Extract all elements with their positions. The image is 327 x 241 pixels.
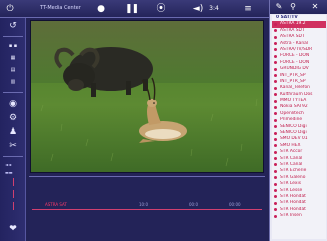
level-label: ▬▬	[5, 170, 13, 175]
divider	[3, 92, 23, 93]
progress-line[interactable]	[32, 209, 262, 210]
status-panel: ASTRA SAT 10:0 00:0 00:00	[29, 176, 265, 241]
tools-icon[interactable]: ✂	[6, 140, 20, 152]
pin-icon[interactable]: ⚲	[288, 2, 298, 12]
channel-item[interactable]: STR Insen	[272, 213, 326, 219]
status-value: 00:00	[229, 202, 241, 207]
level-bar[interactable]	[13, 178, 14, 186]
level-bar[interactable]	[13, 190, 14, 198]
zoom-label: ◄◄	[5, 162, 12, 167]
record-dot-icon[interactable]: ◉	[6, 98, 20, 110]
divider	[3, 36, 23, 37]
status-channel-label: ASTRA SAT	[45, 202, 67, 207]
settings-icon[interactable]: ⚙	[6, 112, 20, 124]
video-viewport[interactable]	[30, 20, 264, 173]
volume-icon[interactable]: ◄)	[190, 3, 206, 15]
edit-icon[interactable]: ✎	[274, 2, 284, 12]
media-center-window: ⏻ TT-Media Center ● ❚❚ ⦿ ◄) 3:4 ≡ ↺ ▪ ▪ …	[0, 0, 327, 241]
channel-panel: ✎ ⚲ ✕ 0 SAT/TV ASTRA 19.2 ASTRA SDT ASTRA …	[269, 0, 327, 241]
info-icon[interactable]: ▥	[6, 76, 20, 88]
divider	[3, 156, 23, 157]
record-icon[interactable]: ●	[95, 3, 107, 15]
epg-icon[interactable]: ▤	[6, 64, 20, 76]
list-view-icon[interactable]: ▪ ▪	[6, 40, 20, 52]
channel-list[interactable]: 0 SAT/TV ASTRA 19.2 ASTRA SDT ASTRA SDT Ast…	[272, 15, 326, 239]
app-title: TT-Media Center	[40, 5, 81, 11]
play-icon[interactable]: ⦿	[155, 3, 167, 15]
menu-icon[interactable]: ≡	[242, 3, 254, 15]
channel-toolbar: ✎ ⚲ ✕	[270, 0, 327, 14]
grid-view-icon[interactable]: ▦	[6, 52, 20, 64]
status-value: 00:0	[189, 202, 198, 207]
video-frame	[31, 21, 263, 172]
left-toolstrip: ↺ ▪ ▪ ▦ ▤ ▥ ◉ ⚙ ♟ ✂ ◄◄ ▬▬ ❤	[0, 18, 26, 241]
close-icon[interactable]: ✕	[310, 2, 320, 12]
heart-icon[interactable]: ❤	[6, 223, 20, 235]
power-icon[interactable]: ⏻	[4, 3, 16, 15]
pause-icon[interactable]: ❚❚	[125, 3, 139, 15]
level-bar[interactable]	[13, 202, 14, 210]
aspect-ratio-label[interactable]: 3:4	[207, 3, 221, 15]
status-value: 10:0	[139, 202, 148, 207]
back-icon[interactable]: ↺	[6, 20, 20, 32]
people-icon[interactable]: ♟	[6, 126, 20, 138]
